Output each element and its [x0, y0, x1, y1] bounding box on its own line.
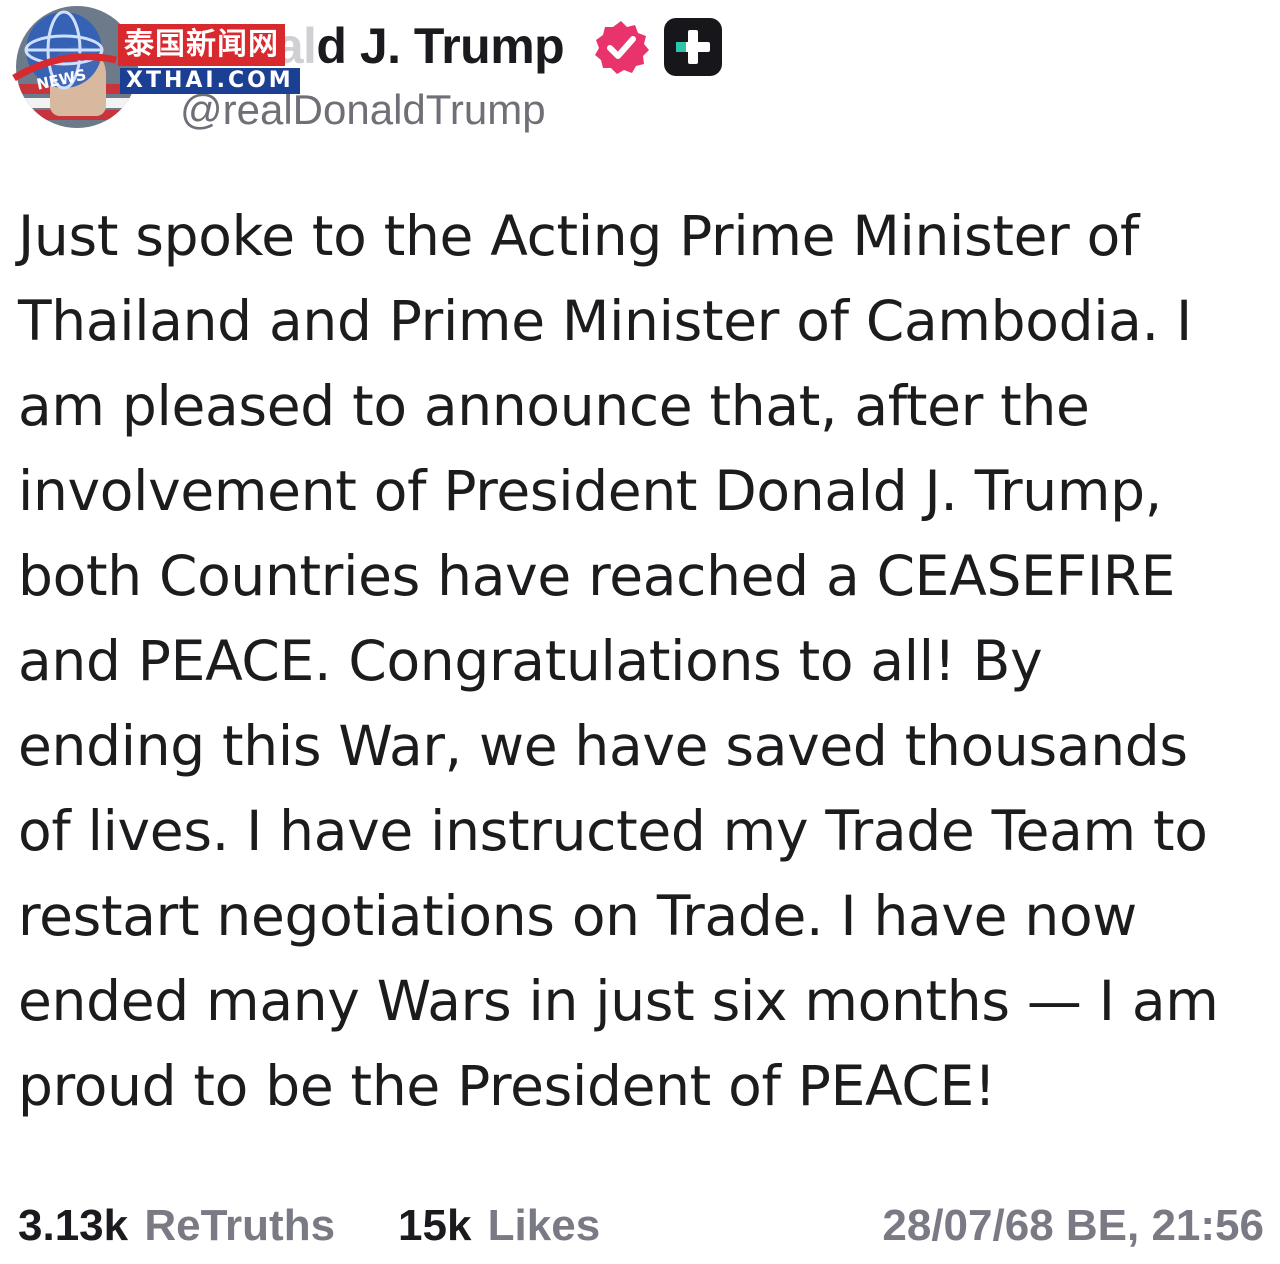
post-body-line: am pleased to announce that, after the — [18, 374, 1090, 438]
post-header: Donald J. Trump @realDonaldTrump NEWS 泰国… — [0, 0, 1280, 150]
likes-stat[interactable]: 15k Likes — [398, 1196, 600, 1256]
retruths-count: 3.13k — [18, 1201, 129, 1250]
retruths-stat[interactable]: 3.13k ReTruths — [18, 1196, 335, 1256]
post-body-line: involvement of President Donald J. Trump… — [18, 459, 1162, 523]
post-body: Just spoke to the Acting Prime Minister … — [18, 194, 1258, 1129]
post-body-line: Thailand and Prime Minister of Cambodia.… — [18, 289, 1192, 353]
post-body-line: both Countries have reached a CEASEFIRE — [18, 544, 1176, 608]
post-body-line: of lives. I have instructed my Trade Tea… — [18, 799, 1208, 863]
post-stats-bar: 3.13k ReTruths 15k Likes 28/07/68 BE, 21… — [0, 1196, 1280, 1260]
post-body-line: Just spoke to the Acting Prime Minister … — [18, 204, 1140, 268]
likes-label: Likes — [487, 1201, 601, 1250]
retruths-label: ReTruths — [144, 1201, 336, 1250]
plus-badge-icon — [664, 18, 722, 76]
display-name[interactable]: Donald J. Trump — [180, 14, 565, 78]
post-body-line: ended many Wars in just six months — I a… — [18, 969, 1219, 1033]
display-name-hidden-part: Donal — [180, 18, 317, 74]
verified-badge-icon — [595, 21, 649, 74]
display-name-text: d J. Trump — [316, 18, 565, 74]
post-timestamp[interactable]: 28/07/68 BE, 21:56 — [882, 1196, 1264, 1256]
post-body-line: and PEACE. Congratulations to all! By — [18, 629, 1043, 693]
post-body-line: restart negotiations on Trade. I have no… — [18, 884, 1137, 948]
post-body-line: ending this War, we have saved thousands — [18, 714, 1188, 778]
user-handle[interactable]: @realDonaldTrump — [180, 84, 546, 136]
plus-glyph-icon — [676, 30, 710, 64]
avatar-face — [50, 46, 106, 116]
likes-count: 15k — [398, 1201, 472, 1250]
avatar[interactable] — [16, 6, 138, 128]
post-body-line: proud to be the President of PEACE! — [18, 1054, 996, 1118]
